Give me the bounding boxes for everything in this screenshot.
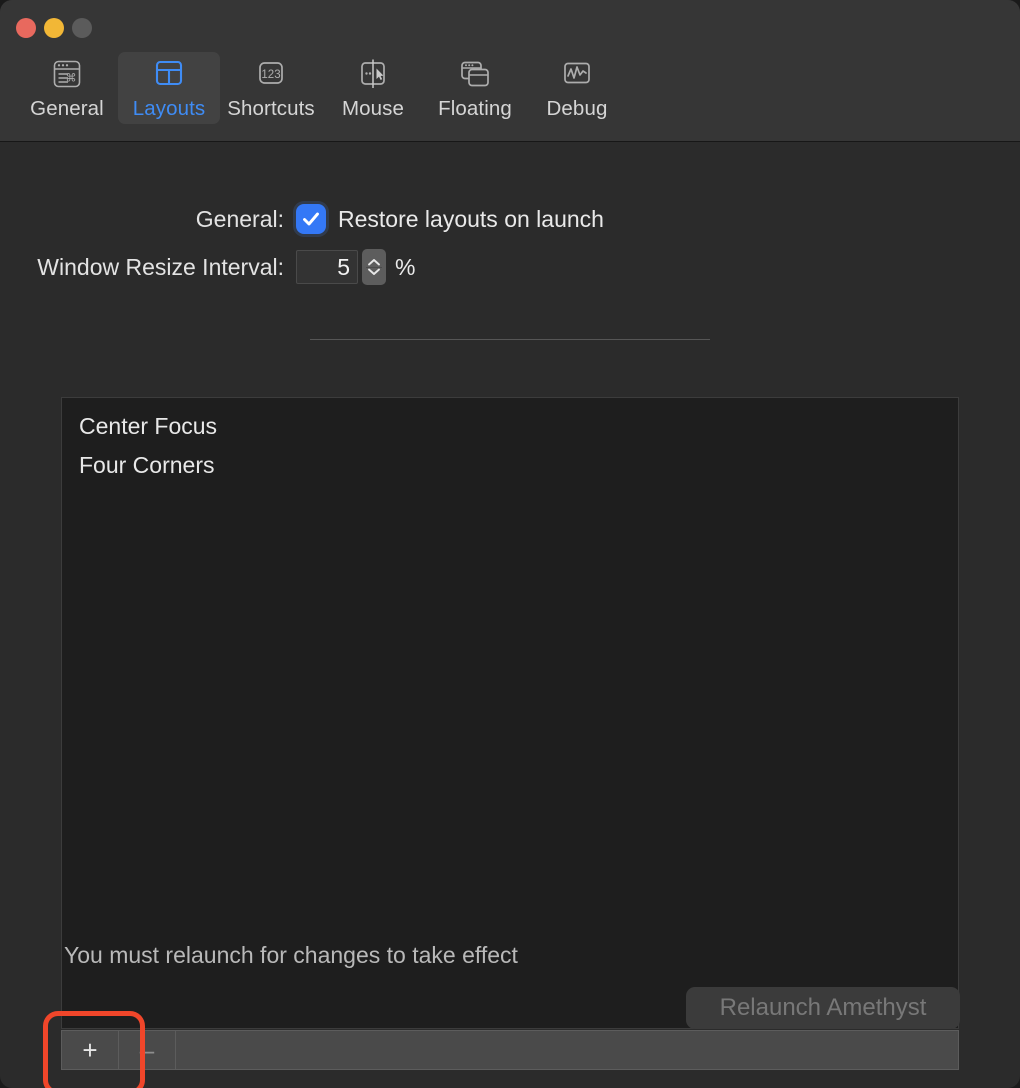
tab-debug-label: Debug	[546, 97, 608, 120]
chevron-up-icon	[368, 259, 380, 266]
general-row: General: Restore layouts on launch	[0, 199, 1020, 239]
minimize-window-button[interactable]	[44, 18, 64, 38]
tab-floating-label: Floating	[438, 97, 512, 120]
layouts-list-toolbar: + –	[61, 1030, 959, 1070]
layouts-toolbar-filler	[176, 1031, 958, 1069]
checkmark-icon	[303, 212, 319, 226]
svg-text:⌘: ⌘	[66, 72, 77, 85]
relaunch-amethyst-button[interactable]: Relaunch Amethyst	[686, 987, 960, 1029]
layouts-list[interactable]: Center Focus Four Corners	[61, 397, 959, 1029]
section-divider	[310, 339, 710, 340]
relaunch-hint: You must relaunch for changes to take ef…	[64, 942, 518, 968]
remove-layout-button[interactable]: –	[119, 1031, 176, 1069]
debug-waveform-icon	[564, 62, 590, 84]
general-label: General:	[195, 205, 284, 232]
traffic-light-controls	[16, 18, 92, 38]
tab-shortcuts[interactable]: 123 Shortcuts	[220, 52, 322, 124]
resize-interval-label: Window Resize Interval:	[37, 253, 284, 280]
tab-shortcuts-label: Shortcuts	[227, 97, 315, 120]
close-window-button[interactable]	[16, 18, 36, 38]
resize-interval-row: Window Resize Interval: 5 %	[0, 247, 1020, 287]
resize-interval-input[interactable]: 5	[296, 250, 358, 284]
tab-floating[interactable]: Floating	[424, 52, 526, 124]
add-layout-button[interactable]: +	[62, 1031, 119, 1069]
list-item[interactable]: Four Corners	[62, 446, 958, 485]
tab-debug[interactable]: Debug	[526, 52, 628, 124]
chevron-down-icon	[368, 268, 380, 275]
svg-text:123: 123	[261, 69, 280, 81]
layouts-grid-icon	[155, 60, 183, 86]
resize-interval-value: 5	[337, 253, 350, 280]
resize-interval-stepper[interactable]	[362, 249, 386, 285]
shortcuts-123-icon: 123	[259, 62, 283, 84]
mouse-cursor-icon	[361, 59, 385, 88]
general-window-icon: ⌘	[53, 60, 81, 88]
tab-layouts-label: Layouts	[132, 97, 206, 120]
tab-general[interactable]: ⌘ General	[16, 52, 118, 124]
tab-layouts[interactable]: Layouts	[118, 52, 220, 124]
tab-mouse[interactable]: Mouse	[322, 52, 424, 124]
floating-windows-icon	[461, 61, 489, 87]
tab-general-label: General	[30, 97, 104, 120]
list-item[interactable]: Center Focus	[62, 398, 958, 446]
layouts-pane: General: Restore layouts on launch Windo…	[0, 142, 1020, 1088]
zoom-window-button[interactable]	[72, 18, 92, 38]
tab-mouse-label: Mouse	[341, 97, 405, 120]
restore-layouts-checkbox[interactable]	[296, 204, 326, 234]
preferences-toolbar: ⌘ General Layouts 123 Shortcuts Mouse Fl…	[16, 52, 628, 124]
window-titlebar: ⌘ General Layouts 123 Shortcuts Mouse Fl…	[0, 0, 1020, 142]
percent-unit-label: %	[395, 253, 416, 280]
settings-form: General: Restore layouts on launch Windo…	[0, 199, 1020, 287]
restore-layouts-label: Restore layouts on launch	[338, 205, 604, 232]
preferences-window: ⌘ General Layouts 123 Shortcuts Mouse Fl…	[0, 0, 1020, 1088]
